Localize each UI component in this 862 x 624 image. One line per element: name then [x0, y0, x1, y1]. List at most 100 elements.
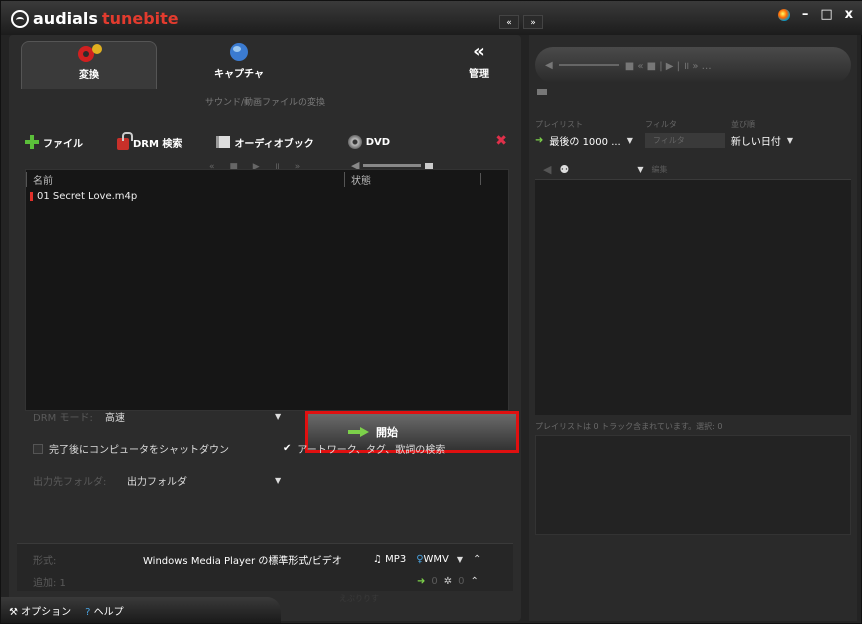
chevron-down-icon[interactable]: ▼	[457, 555, 463, 564]
book-icon	[216, 136, 231, 148]
sort-label: 並び順	[731, 120, 755, 129]
volume-knob[interactable]	[425, 162, 434, 169]
maximize-button[interactable]: □	[820, 7, 832, 22]
gear-icon: ✲	[443, 576, 453, 587]
file-list[interactable]: 名前 状態 01 Secret Love.m4p	[25, 169, 509, 411]
column-status[interactable]: 状態	[344, 171, 480, 187]
tab-capture-label: キャプチャ	[214, 69, 264, 80]
list-item[interactable]: 01 Secret Love.m4p	[26, 188, 508, 204]
output-folder-label: 出力先フォルダ:	[33, 477, 107, 488]
help-button[interactable]: ? ヘルプ	[85, 603, 124, 618]
tab-manage[interactable]: « 管理	[449, 41, 509, 89]
dvd-label: DVD	[365, 136, 391, 148]
window-controls: – □ x	[777, 7, 853, 22]
drm-mode-row: DRM モード: 高速 ▼	[33, 409, 293, 424]
format-select[interactable]: Windows Media Player の標準形式/ビデオ	[143, 552, 373, 567]
audiobook-label: オーディオブック	[234, 138, 314, 150]
added-row: 追加: 1 ➜ 0 ✲ 0 ⌃	[33, 574, 503, 589]
collapse-left-button[interactable]: «	[499, 15, 519, 29]
collapse-right-button[interactable]: »	[523, 15, 543, 29]
shutdown-row[interactable]: 完了後にコンピュータをシャットダウン	[33, 441, 229, 456]
help-icon: ?	[85, 606, 91, 618]
playlist-controls: ➜ 最後の 1000 ... ▼ フィルタ 新しい日付 ▼	[535, 133, 851, 148]
minimize-button[interactable]: –	[802, 7, 809, 22]
bottom-bar: ⚒ オプション ? ヘルプ	[1, 597, 281, 623]
playlist-user-icon[interactable]: ⚉	[559, 163, 569, 176]
drm-search-button[interactable]: DRM 検索	[117, 131, 183, 150]
format-row: 形式: Windows Media Player の標準形式/ビデオ ♫ MP3…	[33, 552, 481, 567]
seek-knob[interactable]	[537, 89, 547, 95]
wmv-option[interactable]: ♀WMV	[416, 554, 449, 565]
tab-convert[interactable]: 変換	[21, 41, 157, 89]
wmv-icon: ♀	[416, 554, 424, 565]
theme-orb-icon[interactable]	[777, 9, 790, 21]
check-icon[interactable]: ✔	[283, 443, 291, 454]
drm-mode-label: DRM モード:	[33, 413, 93, 424]
collapse-up-icon[interactable]: ⌃	[473, 554, 481, 565]
output-folder-row: 出力先フォルダ: 出力フォルダ ▼	[33, 473, 293, 488]
dvd-button[interactable]: DVD	[347, 135, 391, 149]
close-button[interactable]: x	[845, 7, 853, 22]
audiobook-button[interactable]: オーディオブック	[216, 135, 314, 150]
watermark: えぶりりす	[339, 594, 379, 603]
file-name: 01 Secret Love.m4p	[37, 190, 138, 202]
tab-capture[interactable]: キャプチャ	[179, 41, 299, 89]
sort-select[interactable]: 新しい日付	[731, 133, 781, 148]
column-name[interactable]: 名前	[26, 171, 344, 187]
collapse-up-icon[interactable]: ⌃	[471, 576, 479, 587]
panel-subtitle: サウンド/動画ファイルの変換	[204, 98, 326, 108]
artwork-row[interactable]: ✔ アートワーク、タグ、歌詞の検索	[283, 441, 445, 456]
options-label: オプション	[21, 606, 72, 618]
chevron-down-icon[interactable]: ▼	[275, 412, 281, 421]
chevron-down-icon[interactable]: ▼	[787, 136, 793, 145]
playlist-list[interactable]	[535, 179, 851, 415]
shutdown-label: 完了後にコンピュータをシャットダウン	[49, 445, 229, 456]
playlist-details	[535, 435, 851, 535]
tab-manage-label: 管理	[469, 69, 489, 80]
format-panel: 形式: Windows Media Player の標準形式/ビデオ ♫ MP3…	[17, 543, 513, 591]
drm-mode-select[interactable]: 高速	[105, 409, 275, 424]
back-icon[interactable]: ◀	[543, 163, 551, 176]
file-flag-icon	[30, 191, 33, 201]
edit-label[interactable]: 編集	[652, 164, 668, 175]
wrench-icon: ⚒	[9, 606, 18, 618]
help-label: ヘルプ	[93, 606, 124, 618]
count-a: 0	[431, 576, 438, 587]
options-button[interactable]: ⚒ オプション	[9, 603, 71, 618]
drm-search-label: DRM 検索	[133, 138, 183, 150]
chevron-down-icon[interactable]: ▼	[627, 136, 633, 145]
column-divider	[480, 173, 481, 185]
title-bar: audials tunebite « » – □ x	[1, 1, 862, 35]
mp3-option[interactable]: ♫ MP3	[373, 554, 406, 565]
gear-convert-icon	[78, 44, 102, 62]
convert-panel: 変換 キャプチャ « 管理 サウンド/動画ファイルの変換 ファイル DRM 検索	[9, 35, 521, 621]
app-window: audials tunebite « » – □ x 変換 キャプチャ « 管理…	[0, 0, 862, 624]
player-volume-track[interactable]	[558, 64, 619, 66]
file-toolbar: ファイル DRM 検索 オーディオブック DVD ✖	[25, 131, 511, 153]
shutdown-checkbox[interactable]	[33, 443, 43, 454]
player-controls[interactable]: ■ « ■ | ▶ | ॥ » …	[625, 58, 712, 72]
main-tabs: 変換 キャプチャ « 管理	[9, 35, 521, 89]
remove-icon[interactable]: ✖	[495, 133, 507, 149]
add-file-button[interactable]: ファイル	[25, 135, 83, 150]
artwork-label: アートワーク、タグ、歌詞の検索	[297, 445, 446, 456]
playlist-toolbar: ◀ ⚉ ▼ 編集	[535, 159, 851, 179]
brand-right: tunebite	[101, 9, 179, 28]
manage-panel: ◀ ■ « ■ | ▶ | ॥ » … プレイリスト フィルタ 並び順 ➜ 最後…	[529, 35, 857, 621]
lock-icon	[117, 131, 133, 150]
playlist-label: プレイリスト	[535, 120, 583, 129]
format-label: 形式:	[33, 556, 57, 567]
output-folder-select[interactable]: 出力フォルダ	[127, 473, 275, 488]
player-bar: ◀ ■ « ■ | ▶ | ॥ » …	[535, 47, 851, 83]
count-b: 0	[458, 576, 465, 587]
chevron-down-icon[interactable]: ▼	[637, 165, 643, 174]
mp3-label: MP3	[385, 554, 407, 565]
brand-left: audials	[33, 9, 98, 28]
playlist-status: プレイリストは 0 トラック含まれています。選択: 0	[535, 422, 723, 431]
volume-track	[363, 164, 422, 167]
filter-input[interactable]: フィルタ	[644, 133, 725, 148]
chevron-down-icon[interactable]: ▼	[275, 476, 281, 485]
playlist-header: プレイリスト フィルタ 並び順	[535, 119, 851, 130]
dvd-icon	[347, 135, 362, 149]
playlist-select[interactable]: 最後の 1000 ...	[549, 133, 620, 148]
